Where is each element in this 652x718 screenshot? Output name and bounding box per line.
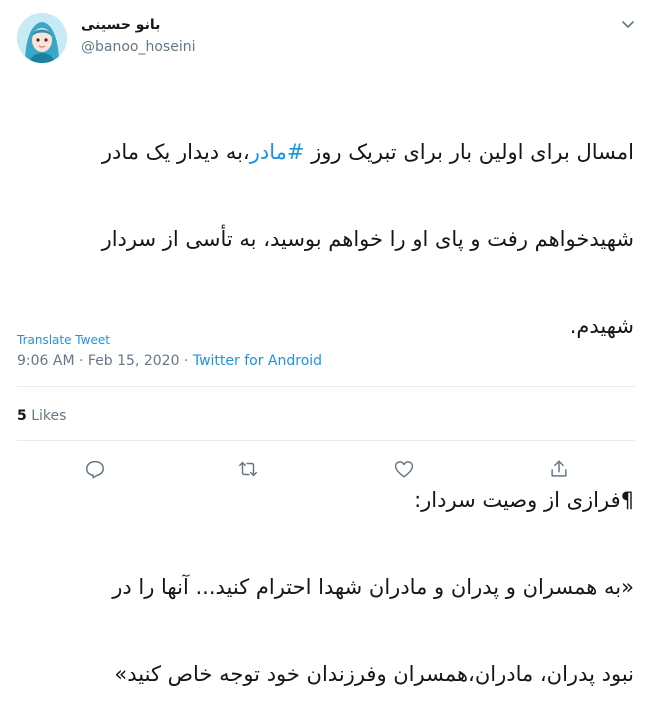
meta-separator: · (179, 353, 193, 369)
meta-separator: · (74, 353, 88, 369)
tweet-text-segment: امسال برای اولین بار برای تبریک روز (304, 140, 634, 164)
display-name[interactable]: بانو حسینی (81, 17, 160, 33)
chevron-down-icon[interactable] (618, 14, 638, 34)
divider (17, 386, 635, 387)
share-icon[interactable] (546, 456, 572, 482)
tweet-line: شهیدخواهم رفت و پای او را خواهم بوسید، ب… (101, 227, 634, 251)
divider (17, 440, 635, 441)
handle[interactable]: @banoo_hoseini (81, 39, 195, 55)
tweet-client-link[interactable]: Twitter for Android (193, 353, 322, 369)
reply-icon[interactable] (82, 456, 108, 482)
avatar[interactable] (17, 13, 67, 63)
tweet-line: نبود پدران، مادران،همسران وفرزندان خود ت… (114, 662, 634, 686)
tweet-line: ¶فرازی از وصیت سردار: (414, 488, 634, 512)
avatar-image (17, 13, 67, 63)
retweet-icon[interactable] (235, 456, 261, 482)
tweet-line: امسال برای اولین بار برای تبریک روز #ماد… (22, 138, 634, 167)
hashtag-link[interactable]: #مادر (250, 140, 305, 164)
likes-label: Likes (26, 408, 67, 424)
tweet-time[interactable]: 9:06 AM (17, 353, 75, 369)
tweet-line (22, 399, 634, 428)
tweet-line: شهیدم. (569, 314, 634, 338)
tweet-text-segment: ،به دیدار یک مادر (101, 140, 250, 164)
tweet-line: «به همسران و پدران و مادران شهدا احترام … (112, 575, 634, 599)
likes-number: 5 (17, 408, 27, 424)
translate-tweet-link[interactable]: Translate Tweet (17, 333, 110, 347)
tweet-metadata: 9:06 AM · Feb 15, 2020 · Twitter for And… (17, 353, 322, 369)
likes-count[interactable]: 5 Likes (17, 408, 66, 424)
tweet-date[interactable]: Feb 15, 2020 (88, 353, 180, 369)
tweet-text: امسال برای اولین بار برای تبریک روز #ماد… (22, 80, 634, 718)
heart-icon[interactable] (391, 456, 417, 482)
